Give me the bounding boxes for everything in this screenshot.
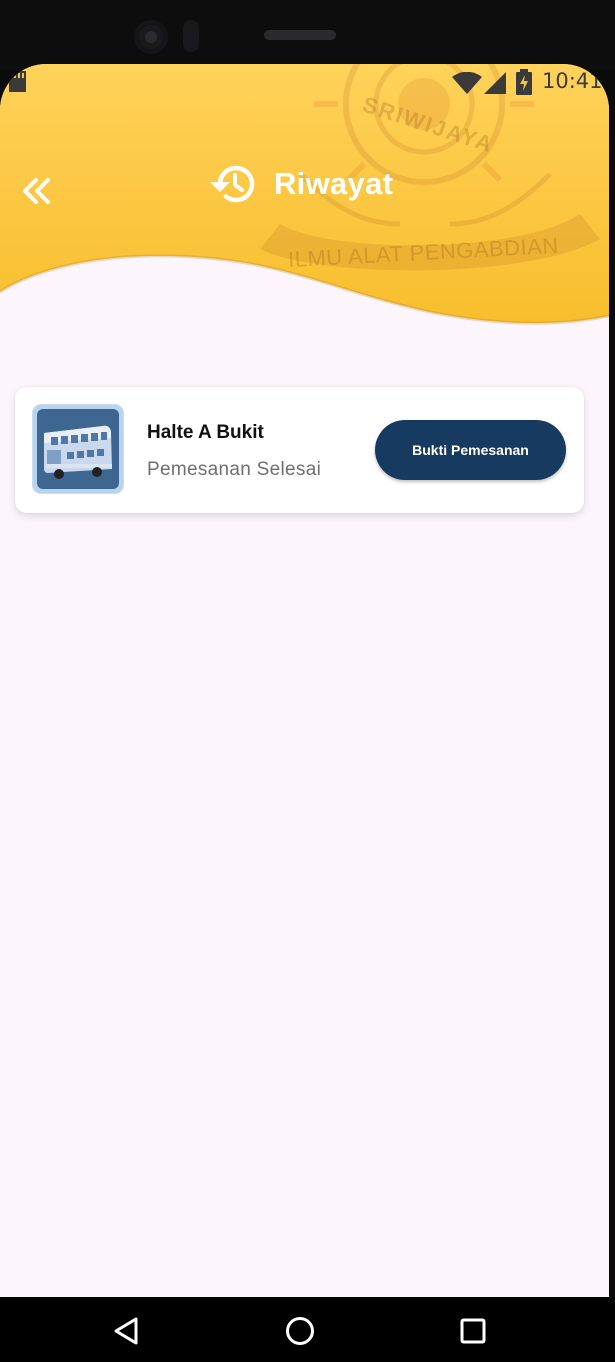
history-icon: [210, 165, 255, 203]
history-card[interactable]: Halte A Bukit Pemesanan Selesai Bukti Pe…: [15, 387, 584, 513]
order-status: Pemesanan Selesai: [147, 459, 322, 480]
recents-square-icon: [460, 1318, 486, 1344]
page-title: Riwayat: [274, 166, 394, 201]
nav-recents-button[interactable]: [457, 1315, 489, 1347]
back-triangle-icon: [114, 1317, 138, 1345]
nav-home-button[interactable]: [284, 1315, 316, 1347]
earpiece-speaker: [264, 30, 336, 40]
wifi-icon: [452, 72, 482, 94]
front-camera: [134, 20, 168, 54]
header: SRIWIJAYA ILMU ALAT PENGABDIAN 10:41 Riw…: [0, 64, 609, 344]
status-bar: 10:41: [0, 64, 609, 100]
bus-thumbnail: [33, 405, 123, 493]
sd-card-icon: [9, 71, 26, 92]
double-decker-bus-icon: [44, 425, 112, 479]
double-chevron-left-icon: [23, 178, 50, 204]
page-header-title: Riwayat: [206, 160, 393, 208]
thumbnail-frame: [37, 409, 119, 489]
proximity-sensor: [183, 20, 199, 52]
battery-charging-icon: [516, 69, 532, 95]
phone-frame: SRIWIJAYA ILMU ALAT PENGABDIAN 10:41 Riw…: [0, 0, 615, 1362]
system-nav-bar: [0, 1297, 615, 1362]
stop-name: Halte A Bukit: [147, 422, 264, 443]
booking-proof-button[interactable]: Bukti Pemesanan: [375, 420, 566, 480]
home-circle-icon: [286, 1317, 314, 1345]
back-button[interactable]: [18, 172, 56, 210]
app-screen: SRIWIJAYA ILMU ALAT PENGABDIAN 10:41 Riw…: [0, 64, 609, 1297]
top-bezel: [0, 0, 615, 70]
status-clock: 10:41: [542, 69, 603, 93]
signal-icon: [484, 72, 506, 94]
nav-back-button[interactable]: [111, 1315, 143, 1347]
